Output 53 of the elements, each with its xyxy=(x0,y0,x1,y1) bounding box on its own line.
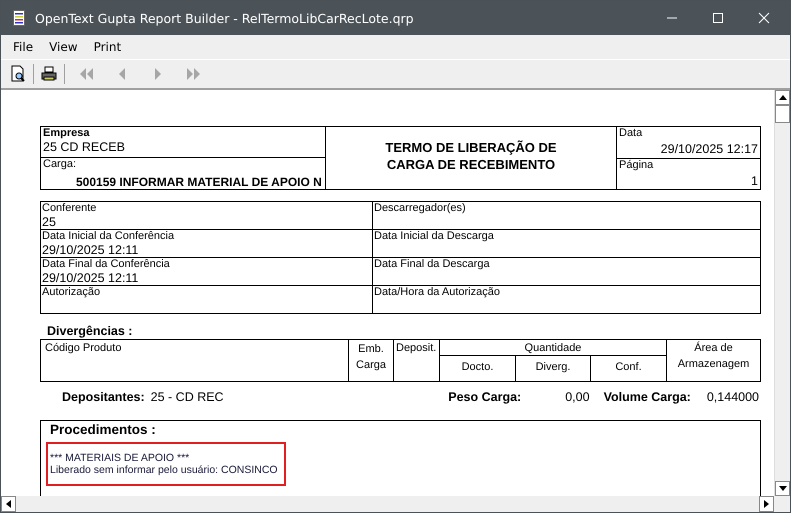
field-value: 25 xyxy=(42,215,56,229)
column-header: Quantidade xyxy=(439,340,666,356)
field-label: Data xyxy=(619,127,642,140)
field-label: Depositantes: xyxy=(62,390,145,404)
scroll-right-icon[interactable] xyxy=(764,500,769,508)
printer-icon[interactable] xyxy=(40,65,58,83)
field-label: Peso Carga: xyxy=(448,390,522,404)
column-header: Código Produto xyxy=(44,341,122,356)
field-label: Carga: xyxy=(43,158,76,171)
scroll-left-icon[interactable] xyxy=(6,500,11,508)
field-label: Descarregador(es) xyxy=(374,202,466,215)
column-header: Área de Armazenagem xyxy=(666,340,760,381)
field-value: 29/10/2025 12:11 xyxy=(42,271,138,285)
field-value: 0,00 xyxy=(565,390,590,404)
field-value: 29/10/2025 12:11 xyxy=(42,243,138,257)
field-label: Volume Carga: xyxy=(604,390,691,404)
window-title: OpenText Gupta Report Builder - RelTermoLibCarRecLote.qrp xyxy=(35,10,414,26)
column-header: Diverg. xyxy=(515,356,590,381)
report-title: TERMO DE LIBERAÇÃO DE CARGA DE RECEBIMENTO xyxy=(385,139,557,173)
scroll-down-icon[interactable] xyxy=(778,486,786,491)
field-label: Data Final da Conferência xyxy=(42,258,170,271)
field-value: 29/10/2025 12:17 xyxy=(660,142,758,156)
column-header: Emb. Carga xyxy=(348,340,393,381)
field-value: 25 CD RECEB xyxy=(43,140,125,154)
field-label: Data Final da Descarga xyxy=(374,258,490,271)
close-icon[interactable] xyxy=(758,12,770,24)
scroll-thumb[interactable] xyxy=(775,105,790,123)
app-icon xyxy=(13,10,25,26)
vertical-scrollbar[interactable] xyxy=(774,90,790,496)
section-title: Procedimentos : xyxy=(50,422,156,438)
field-label: Data Inicial da Conferência xyxy=(42,230,174,243)
field-value: 500159 INFORMAR MATERIAL DE APOIO N xyxy=(76,175,322,189)
section-title: Divergências : xyxy=(47,324,132,339)
preview-icon[interactable] xyxy=(9,65,27,83)
column-header: Docto. xyxy=(439,356,515,381)
field-label: Autorização xyxy=(42,286,100,299)
column-header: Deposit. xyxy=(393,340,439,381)
field-label: Página xyxy=(619,158,654,172)
menu-item[interactable]: View xyxy=(41,40,86,54)
scroll-up-icon[interactable] xyxy=(778,95,786,100)
field-label: Data/Hora da Autorização xyxy=(374,286,500,299)
note-text: *** MATERIAIS DE APOIO *** xyxy=(50,452,190,464)
field-label: Empresa xyxy=(43,127,90,140)
note-text: Liberado sem informar pelo usuário: CONSINCO xyxy=(50,464,278,476)
menu-item[interactable]: File xyxy=(5,40,42,54)
field-label: Conferente xyxy=(42,202,96,215)
column-header: Conf. xyxy=(590,356,666,381)
maximize-icon[interactable] xyxy=(712,12,724,24)
menu-item[interactable]: Print xyxy=(86,40,130,54)
field-label: Data Inicial da Descarga xyxy=(374,230,494,243)
field-value: 0,144000 xyxy=(706,390,759,404)
field-value: 1 xyxy=(751,174,758,188)
field-value: 25 - CD REC xyxy=(150,390,224,404)
